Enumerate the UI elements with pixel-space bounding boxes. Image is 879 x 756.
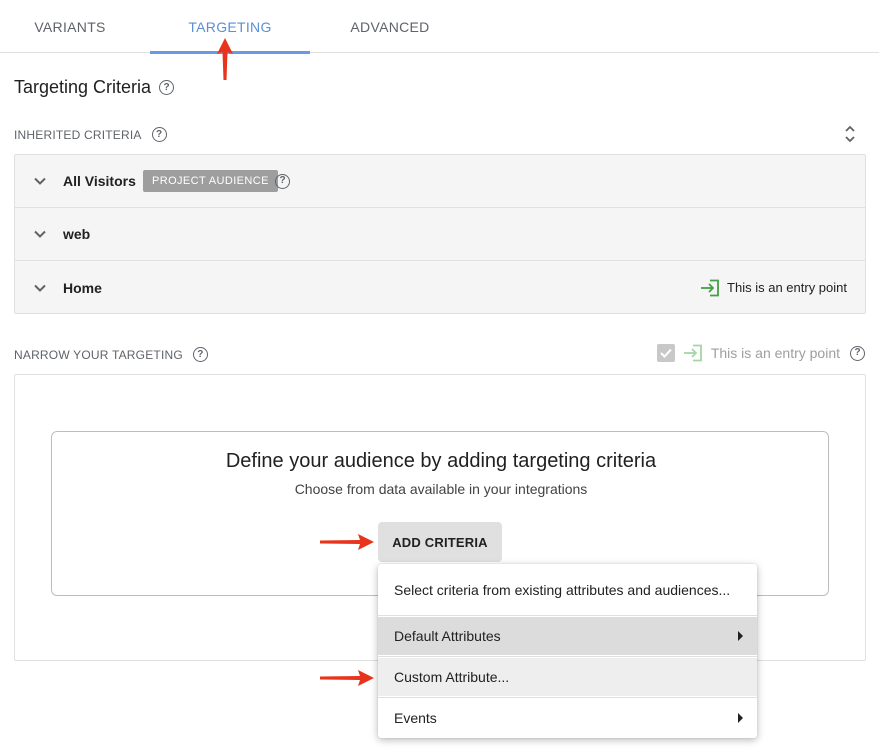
inherited-criteria-label: INHERITED CRITERIA ? bbox=[14, 127, 167, 142]
section-title-text: Targeting Criteria bbox=[14, 77, 152, 97]
entry-point-toggle-label: This is an entry point bbox=[710, 345, 840, 361]
annotation-arrow-right-icon bbox=[320, 534, 374, 550]
inherited-row-web[interactable]: web bbox=[15, 208, 865, 261]
help-circle-icon[interactable]: ? bbox=[192, 347, 208, 362]
row-title: Home bbox=[63, 279, 102, 296]
empty-state-heading: Define your audience by adding targeting… bbox=[225, 450, 657, 472]
inherited-criteria-text: INHERITED CRITERIA bbox=[14, 127, 142, 142]
help-circle-icon[interactable]: ? bbox=[850, 345, 865, 361]
menu-item-label: Default Attributes bbox=[394, 628, 501, 644]
row-title: All Visitors bbox=[63, 173, 136, 189]
narrow-targeting-text: NARROW YOUR TARGETING bbox=[14, 347, 183, 362]
entry-point-indicator: This is an entry point bbox=[700, 279, 847, 297]
row-title: web bbox=[63, 226, 91, 242]
inherited-row-home[interactable]: Home This is an entry point bbox=[15, 261, 865, 314]
add-criteria-button[interactable]: ADD CRITERIA bbox=[378, 522, 502, 562]
unfold-icon[interactable] bbox=[843, 123, 857, 145]
help-circle-icon[interactable]: ? bbox=[151, 127, 167, 142]
help-circle-icon[interactable]: ? bbox=[275, 173, 290, 189]
sign-in-icon bbox=[701, 279, 719, 296]
chevron-down-icon[interactable] bbox=[33, 174, 47, 188]
inherited-criteria-list: All Visitors PROJECT AUDIENCE ? web Home… bbox=[14, 154, 866, 314]
chevron-down-icon[interactable] bbox=[33, 227, 47, 241]
add-criteria-menu: Select criteria from existing attributes… bbox=[378, 564, 757, 738]
menu-item-events[interactable]: Events bbox=[378, 699, 757, 737]
empty-state-subtext: Choose from data available in your integ… bbox=[294, 481, 588, 497]
caret-right-icon bbox=[738, 713, 743, 723]
menu-item-label: Custom Attribute... bbox=[394, 669, 510, 685]
menu-divider bbox=[378, 656, 757, 657]
sign-in-icon bbox=[683, 344, 702, 362]
entry-point-toggle: This is an entry point ? bbox=[656, 344, 865, 362]
menu-divider bbox=[378, 615, 757, 616]
tab-bar: VARIANTS TARGETING ADVANCED bbox=[0, 0, 879, 54]
menu-item-default-attributes[interactable]: Default Attributes bbox=[378, 617, 757, 655]
entry-point-text: This is an entry point bbox=[727, 280, 847, 295]
inherited-row-all-visitors[interactable]: All Visitors PROJECT AUDIENCE ? bbox=[15, 155, 865, 208]
entry-point-checkbox[interactable] bbox=[656, 344, 675, 362]
help-circle-icon[interactable]: ? bbox=[159, 80, 175, 95]
annotation-arrow-right-icon bbox=[320, 670, 374, 686]
caret-right-icon bbox=[738, 631, 743, 641]
tab-variants[interactable]: VARIANTS bbox=[0, 0, 140, 53]
menu-item-label: Events bbox=[394, 710, 437, 726]
annotation-arrow-up-icon bbox=[217, 38, 233, 80]
chevron-down-icon[interactable] bbox=[33, 281, 47, 295]
check-icon bbox=[660, 348, 672, 358]
tab-advanced[interactable]: ADVANCED bbox=[320, 0, 460, 53]
section-title: Targeting Criteria ? bbox=[14, 77, 175, 98]
menu-item-custom-attribute[interactable]: Custom Attribute... bbox=[378, 658, 757, 696]
menu-divider bbox=[378, 697, 757, 698]
menu-item-label: Select criteria from existing attributes… bbox=[394, 581, 731, 598]
project-audience-badge: PROJECT AUDIENCE bbox=[143, 170, 278, 192]
menu-item-select-existing[interactable]: Select criteria from existing attributes… bbox=[378, 564, 757, 615]
narrow-targeting-label: NARROW YOUR TARGETING ? bbox=[14, 347, 208, 362]
